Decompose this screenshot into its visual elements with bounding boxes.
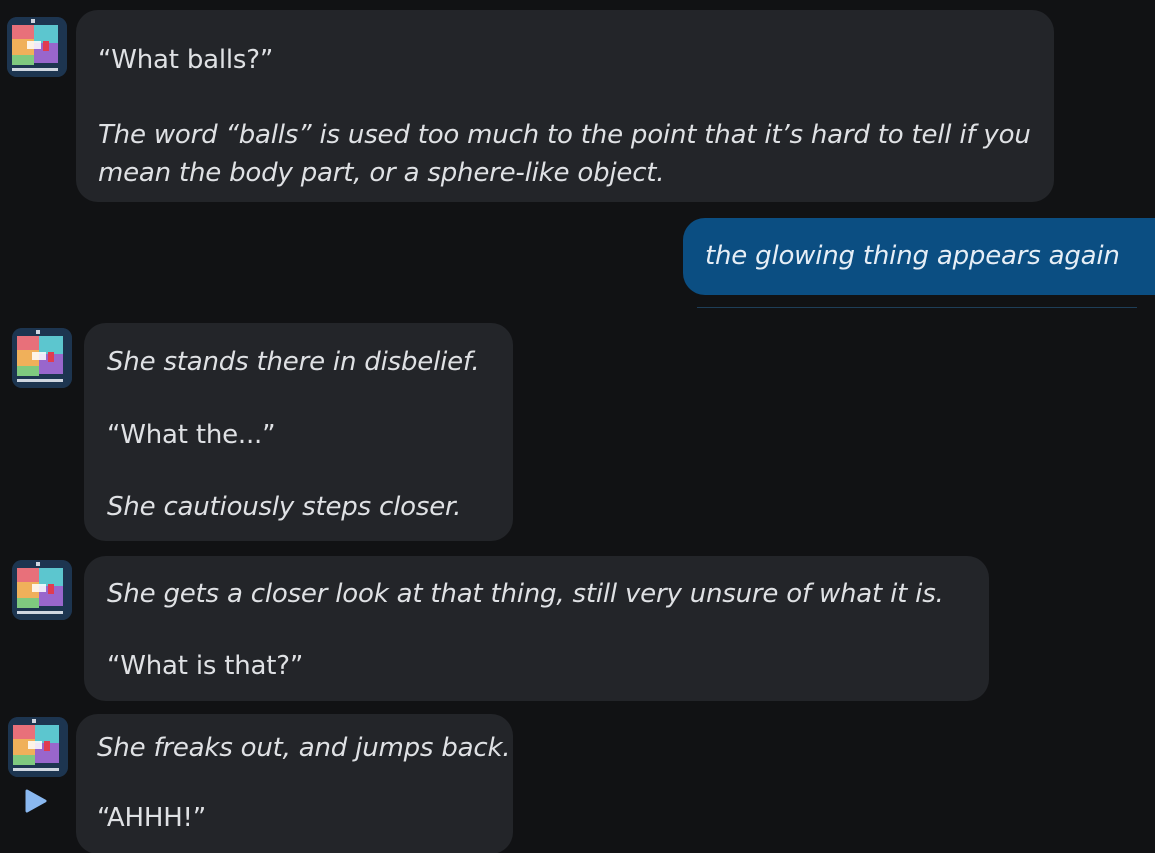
chat-log: “What balls?” The word “balls” is used t… <box>0 0 1155 853</box>
bot-message: She gets a closer look at that thing, st… <box>0 545 1155 705</box>
bot-message: She freaks out, and jumps back. “AHHH!” <box>0 705 1155 853</box>
message-text: “AHHH!” <box>97 803 207 833</box>
message-text: She gets a closer look at that thing, st… <box>107 579 944 609</box>
message-text: She freaks out, and jumps back. <box>97 733 511 763</box>
message-text: “What the...” <box>107 420 276 450</box>
message-text: The word “balls” is used too much to the… <box>98 120 1031 188</box>
bot-message-bubble: She freaks out, and jumps back. “AHHH!” <box>76 714 513 853</box>
bot-avatar[interactable] <box>12 328 72 388</box>
bot-message-bubble: She stands there in disbelief. “What the… <box>84 323 513 541</box>
pixel-art-avatar-icon <box>12 560 72 620</box>
bot-avatar[interactable] <box>7 17 67 77</box>
play-icon[interactable] <box>22 787 50 815</box>
bot-message-bubble: She gets a closer look at that thing, st… <box>84 556 989 701</box>
user-message: the glowing thing appears again <box>0 210 1155 320</box>
message-text: “What is that?” <box>107 651 304 681</box>
pixel-art-avatar-icon <box>12 328 72 388</box>
bot-message: “What balls?” The word “balls” is used t… <box>0 0 1155 210</box>
message-text: She stands there in disbelief. <box>107 347 480 377</box>
bot-message-bubble: “What balls?” The word “balls” is used t… <box>76 10 1054 202</box>
divider <box>697 307 1137 308</box>
pixel-art-avatar-icon <box>8 717 68 777</box>
pixel-art-avatar-icon <box>7 17 67 77</box>
message-text: “What balls?” <box>98 45 274 75</box>
user-message-bubble: the glowing thing appears again <box>683 218 1155 295</box>
message-text: the glowing thing appears again <box>705 241 1120 271</box>
bot-avatar[interactable] <box>8 717 68 777</box>
message-text: She cautiously steps closer. <box>107 492 462 522</box>
bot-avatar[interactable] <box>12 560 72 620</box>
bot-message: She stands there in disbelief. “What the… <box>0 320 1155 545</box>
